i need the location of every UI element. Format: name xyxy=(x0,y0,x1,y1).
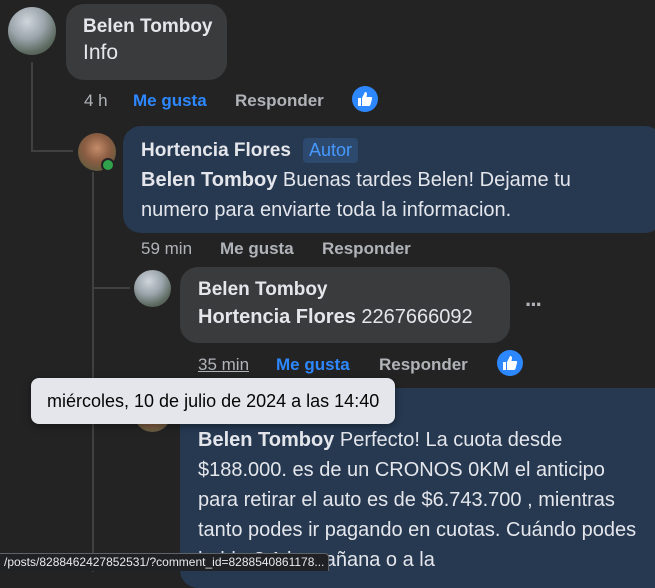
thread-curve xyxy=(31,150,73,152)
mention-link[interactable]: Belen Tomboy xyxy=(198,429,334,451)
comment-text: Hortencia Flores 2267666092 xyxy=(198,306,473,328)
comment-time[interactable]: 4 h xyxy=(84,91,108,111)
like-button[interactable]: Me gusta xyxy=(220,239,294,259)
like-button[interactable]: Me gusta xyxy=(133,91,207,111)
like-reaction-icon[interactable] xyxy=(497,350,523,376)
link-status-bar: /posts/8288462427852531/?comment_id=8288… xyxy=(0,553,330,571)
mention-link[interactable]: Belen Tomboy xyxy=(141,169,277,191)
reply-button[interactable]: Responder xyxy=(235,91,324,111)
mention-link[interactable]: Hortencia Flores xyxy=(198,306,356,328)
comment-bubble: Hortencia Flores Autor Belen Tomboy Buen… xyxy=(123,126,655,233)
avatar[interactable] xyxy=(8,7,56,55)
comment-bubble: Belen Tomboy Hortencia Flores 2267666092 xyxy=(180,267,510,343)
like-reaction-icon[interactable] xyxy=(352,86,378,112)
comment-author[interactable]: Hortencia Flores xyxy=(141,140,291,162)
timestamp-tooltip: miércoles, 10 de julio de 2024 a las 14:… xyxy=(31,378,396,424)
thread-line xyxy=(31,62,33,152)
thread-line xyxy=(92,172,94,572)
comment-time[interactable]: 35 min xyxy=(198,355,249,375)
comment-author[interactable]: Belen Tomboy xyxy=(198,279,492,301)
comment-text: Belen Tomboy Buenas tardes Belen! Dejame… xyxy=(141,169,571,221)
comment-bubble: Belen Tomboy Info xyxy=(66,4,227,80)
online-status-dot xyxy=(101,158,115,172)
like-button[interactable]: Me gusta xyxy=(276,355,350,375)
comment-text: Info xyxy=(83,41,119,64)
thread-curve xyxy=(92,287,130,289)
more-options-icon[interactable]: ··· xyxy=(525,292,543,318)
comment-actions: 59 min Me gusta Responder xyxy=(141,239,441,261)
reply-button[interactable]: Responder xyxy=(379,355,468,375)
reply-button[interactable]: Responder xyxy=(322,239,411,259)
comment-time[interactable]: 59 min xyxy=(141,239,192,259)
comment-actions: 35 min Me gusta Responder xyxy=(198,355,498,377)
author-badge: Autor xyxy=(302,138,358,163)
avatar[interactable] xyxy=(134,270,171,307)
comment-author[interactable]: Belen Tomboy xyxy=(83,16,213,38)
comment-actions: 4 h Me gusta Responder xyxy=(84,91,384,113)
